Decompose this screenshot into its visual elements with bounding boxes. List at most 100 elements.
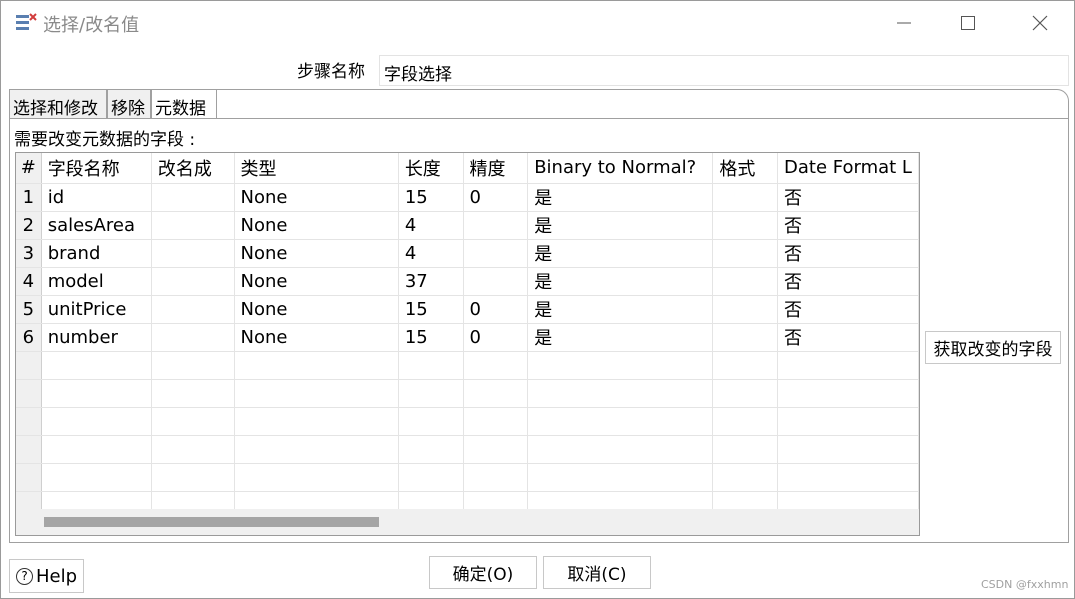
table-cell[interactable] [234,435,399,464]
table-cell[interactable]: model [41,267,152,296]
table-cell[interactable] [151,435,235,464]
table-cell[interactable]: 15 [398,323,464,352]
table-cell[interactable] [234,351,399,380]
table-cell[interactable] [151,267,235,296]
step-name-input[interactable]: 字段选择 [379,55,1069,86]
table-cell[interactable] [712,351,779,380]
table-cell[interactable]: number [41,323,152,352]
table-cell[interactable]: 是 [527,323,714,352]
table-cell[interactable] [151,295,235,324]
table-cell[interactable] [234,379,399,408]
table-cell[interactable]: None [234,267,399,296]
table-row[interactable]: 4 model None 37 是 否 [16,267,919,296]
column-header[interactable]: 格式 [712,153,779,184]
table-cell[interactable] [712,379,779,408]
table-cell[interactable] [463,435,529,464]
table-row[interactable]: 2 salesArea None 4 是 否 [16,211,919,240]
table-cell[interactable]: 37 [398,267,464,296]
table-cell[interactable] [712,295,779,324]
table-cell[interactable] [712,267,779,296]
table-cell[interactable] [41,435,152,464]
table-cell[interactable] [151,463,235,492]
column-header[interactable]: Date Format L [777,153,919,184]
table-cell[interactable] [527,435,714,464]
table-cell[interactable]: None [234,323,399,352]
table-cell[interactable]: id [41,183,152,212]
table-cell[interactable] [151,379,235,408]
table-cell[interactable]: 否 [777,295,919,324]
table-cell[interactable] [463,267,529,296]
table-cell[interactable] [463,379,529,408]
get-changed-fields-button[interactable]: 获取改变的字段 [925,331,1061,364]
close-button[interactable] [1017,1,1063,45]
table-cell[interactable]: 否 [777,211,919,240]
table-cell[interactable] [527,463,714,492]
table-cell[interactable] [398,407,464,436]
tab-metadata[interactable]: 元数据 [151,89,217,119]
table-cell[interactable] [41,379,152,408]
table-cell[interactable] [712,211,779,240]
table-cell[interactable] [527,407,714,436]
table-cell[interactable]: unitPrice [41,295,152,324]
column-header[interactable]: Binary to Normal? [527,153,714,184]
table-cell[interactable] [527,351,714,380]
table-cell[interactable] [151,211,235,240]
table-cell[interactable] [398,351,464,380]
table-cell[interactable] [712,239,779,268]
table-cell[interactable] [777,463,919,492]
table-cell[interactable] [463,407,529,436]
tab-remove[interactable]: 移除 [107,89,151,119]
scrollbar-thumb[interactable] [44,517,379,527]
empty-table-row[interactable] [16,435,919,464]
table-cell[interactable]: None [234,239,399,268]
table-cell[interactable] [151,239,235,268]
table-cell[interactable] [777,379,919,408]
table-cell[interactable]: brand [41,239,152,268]
table-cell[interactable] [777,407,919,436]
table-cell[interactable] [41,407,152,436]
table-cell[interactable]: 4 [398,239,464,268]
table-cell[interactable] [712,323,779,352]
table-row[interactable]: 1 id None 15 0 是 否 [16,183,919,212]
table-cell[interactable] [463,351,529,380]
table-cell[interactable]: None [234,183,399,212]
table-cell[interactable] [463,211,529,240]
table-row[interactable]: 3 brand None 4 是 否 [16,239,919,268]
table-cell[interactable]: 否 [777,323,919,352]
empty-table-row[interactable] [16,351,919,380]
tab-select-modify[interactable]: 选择和修改 [9,89,107,119]
column-header[interactable]: 改名成 [151,153,235,184]
table-cell[interactable] [398,435,464,464]
maximize-button[interactable] [945,1,991,45]
table-cell[interactable] [41,351,152,380]
table-cell[interactable] [712,463,779,492]
table-cell[interactable]: None [234,211,399,240]
table-cell[interactable] [527,379,714,408]
ok-button[interactable]: 确定(O) [429,556,537,589]
table-cell[interactable]: 0 [463,183,529,212]
table-cell[interactable]: 是 [527,183,714,212]
table-cell[interactable]: 是 [527,267,714,296]
table-cell[interactable]: 否 [777,183,919,212]
table-cell[interactable]: 否 [777,267,919,296]
table-row[interactable]: 6 number None 15 0 是 否 [16,323,919,352]
table-cell[interactable] [398,379,464,408]
empty-table-row[interactable] [16,407,919,436]
minimize-button[interactable] [881,1,927,45]
table-cell[interactable]: 0 [463,323,529,352]
table-cell[interactable] [234,407,399,436]
table-cell[interactable] [463,463,529,492]
help-button[interactable]: ? Help [9,559,84,593]
table-cell[interactable]: 15 [398,183,464,212]
table-cell[interactable] [234,463,399,492]
table-cell[interactable]: 0 [463,295,529,324]
table-cell[interactable]: 否 [777,239,919,268]
table-cell[interactable] [151,351,235,380]
column-header[interactable]: 精度 [463,153,529,184]
empty-table-row[interactable] [16,379,919,408]
table-cell[interactable]: 是 [527,211,714,240]
column-header[interactable]: 字段名称 [41,153,152,184]
table-cell[interactable]: 是 [527,295,714,324]
table-cell[interactable] [712,183,779,212]
table-cell[interactable] [777,351,919,380]
